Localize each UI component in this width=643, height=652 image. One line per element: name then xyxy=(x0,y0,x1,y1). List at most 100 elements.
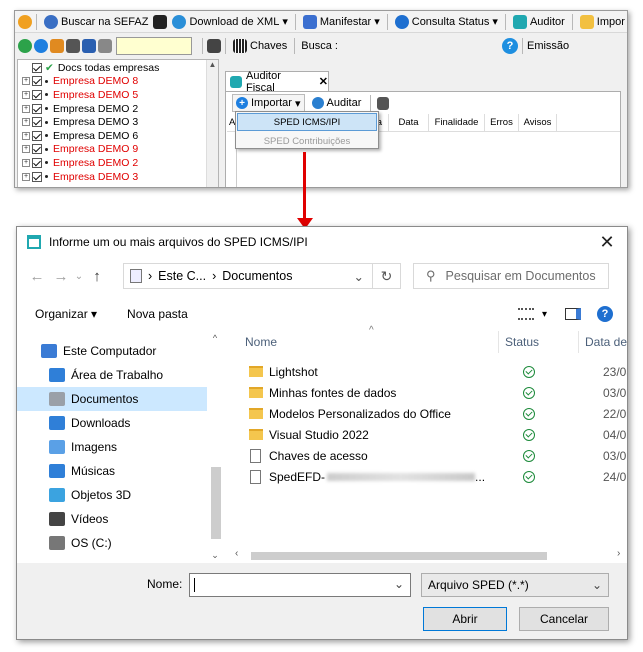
file-row[interactable]: Visual Studio 202204/05/2 xyxy=(229,424,627,445)
chevron-down-icon[interactable]: ⌄ xyxy=(354,269,364,284)
download-xml-button[interactable]: Download de XML ▾ xyxy=(169,12,290,32)
up-arrow-icon[interactable]: ↑ xyxy=(85,268,109,285)
chevron-down-icon[interactable]: ⌄ xyxy=(73,271,85,282)
file-row[interactable]: Lightshot23/03/2 xyxy=(229,361,627,382)
checkbox[interactable] xyxy=(32,62,42,73)
trash-icon[interactable] xyxy=(66,39,80,53)
auditor-button[interactable]: Auditor xyxy=(510,12,568,32)
expand-icon[interactable]: + xyxy=(22,104,30,113)
document-icon[interactable] xyxy=(207,39,221,53)
nova-pasta-button[interactable]: Nova pasta xyxy=(127,307,188,321)
tree-item[interactable]: + Empresa DEMO 6 xyxy=(18,129,218,143)
expand-icon[interactable]: + xyxy=(22,172,30,181)
breadcrumb-este-computador[interactable]: Este C... xyxy=(158,269,206,283)
chaves-button[interactable]: Chaves xyxy=(230,36,290,56)
sidebar-item[interactable]: Vídeos xyxy=(17,507,207,531)
close-icon[interactable]: ✕ xyxy=(595,232,619,252)
filter-input[interactable] xyxy=(116,37,192,55)
sidebar-item[interactable]: Imagens xyxy=(17,435,207,459)
tree-item[interactable]: + Empresa DEMO 9 xyxy=(18,143,218,157)
abrir-button[interactable]: Abrir xyxy=(423,607,507,631)
checkbox[interactable] xyxy=(32,89,42,100)
menu-item-sped-icms-ipi[interactable]: SPED ICMS/IPI xyxy=(237,113,377,131)
scroll-right-icon[interactable]: › xyxy=(617,548,620,559)
expand-icon[interactable]: + xyxy=(22,77,30,86)
expand-icon[interactable]: + xyxy=(22,90,30,99)
sidebar-item[interactable]: Objetos 3D xyxy=(17,483,207,507)
col-data[interactable]: Data de xyxy=(579,331,627,353)
tree-item[interactable]: ✔ Docs todas empresas xyxy=(18,61,218,75)
add-icon[interactable] xyxy=(34,39,48,53)
filename-input[interactable]: ⌄ xyxy=(189,573,411,597)
checkbox[interactable] xyxy=(32,157,42,168)
importar-dropdown-button[interactable]: + Importar ▾ xyxy=(232,94,305,112)
scroll-up-icon[interactable]: ▲ xyxy=(207,60,218,69)
help-icon[interactable]: ? xyxy=(597,306,613,322)
checkbox[interactable] xyxy=(32,76,42,87)
checkbox[interactable] xyxy=(32,103,42,114)
checkbox[interactable] xyxy=(32,144,42,155)
checkbox[interactable] xyxy=(32,117,42,128)
sidebar-item[interactable]: Downloads xyxy=(17,411,207,435)
expand-icon[interactable]: + xyxy=(22,118,30,127)
refresh-button[interactable]: ↻ xyxy=(373,263,401,289)
sidebar-item[interactable]: Área de Trabalho xyxy=(17,363,207,387)
expand-icon[interactable]: + xyxy=(22,131,30,140)
importar-button[interactable]: Impor xyxy=(577,12,627,32)
tree-item[interactable]: + Empresa DEMO 3 xyxy=(18,170,218,184)
forward-arrow-icon[interactable]: → xyxy=(49,268,73,285)
file-type-select[interactable]: Arquivo SPED (*.*) ⌄ xyxy=(421,573,609,597)
sort-icon[interactable] xyxy=(82,39,96,53)
cancelar-button[interactable]: Cancelar xyxy=(519,607,609,631)
scroll-up-icon[interactable]: ^ xyxy=(207,333,223,343)
expand-icon[interactable]: + xyxy=(22,145,30,154)
buscar-sefaz-button[interactable]: Buscar na SEFAZ xyxy=(41,12,151,32)
consulta-status-button[interactable]: Consulta Status ▾ xyxy=(392,12,501,32)
auditar-button[interactable]: Auditar xyxy=(309,94,365,112)
sidebar-item[interactable]: OS (C:) xyxy=(17,531,207,555)
list-icon[interactable] xyxy=(153,14,168,29)
address-bar[interactable]: › Este C... › Documentos ⌄ xyxy=(123,263,373,289)
file-row[interactable]: Chaves de acesso03/06/2 xyxy=(229,445,627,466)
col-finalidade[interactable]: Finalidade xyxy=(429,114,485,131)
tab-auditor-fiscal[interactable]: Auditor Fiscal ✕ xyxy=(225,70,329,94)
search-input[interactable]: ⚲ Pesquisar em Documentos xyxy=(413,263,609,289)
sidebar-item[interactable]: Este Computador xyxy=(17,339,207,363)
back-arrow-icon[interactable]: ← xyxy=(25,268,49,285)
chevron-down-icon[interactable]: ▾ xyxy=(542,309,547,320)
tree-item[interactable]: + Empresa DEMO 3 xyxy=(18,115,218,129)
sidebar-item[interactable]: Músicas xyxy=(17,459,207,483)
preview-pane-icon[interactable] xyxy=(565,308,581,320)
help-icon[interactable]: ? xyxy=(501,38,518,54)
settings-icon[interactable] xyxy=(18,14,32,29)
filter-icon[interactable] xyxy=(98,39,112,53)
tree-scrollbar[interactable]: ▲ xyxy=(206,60,218,187)
col-nome[interactable]: Nome xyxy=(229,331,499,353)
col-status[interactable]: Status xyxy=(499,331,579,353)
checkbox[interactable] xyxy=(32,130,42,141)
menu-item-sped-contribuicoes[interactable]: SPED Contribuições xyxy=(236,132,378,150)
refresh-icon[interactable] xyxy=(18,39,32,53)
tree-item[interactable]: + Empresa DEMO 2 xyxy=(18,156,218,170)
scroll-left-icon[interactable]: ‹ xyxy=(235,548,238,559)
trash-icon[interactable] xyxy=(377,96,390,110)
sidebar-scroll-thumb[interactable] xyxy=(211,467,221,539)
chevron-down-icon[interactable]: ⌄ xyxy=(394,577,404,591)
tree-item[interactable]: + Empresa DEMO 5 xyxy=(18,88,218,102)
file-row[interactable]: SpedEFD-...24/06/2 xyxy=(229,466,627,487)
tree-item[interactable]: + Empresa DEMO 2 xyxy=(18,102,218,116)
expand-icon[interactable]: + xyxy=(22,158,30,167)
tree-item[interactable]: + Empresa DEMO 8 xyxy=(18,75,218,89)
col-avisos[interactable]: Avisos xyxy=(519,114,557,131)
file-row[interactable]: Modelos Personalizados do Office22/09/2 xyxy=(229,403,627,424)
manifestar-button[interactable]: Manifestar ▾ xyxy=(300,12,383,32)
checkbox[interactable] xyxy=(32,171,42,182)
close-tab-icon[interactable]: ✕ xyxy=(319,75,328,88)
file-row[interactable]: Minhas fontes de dados03/01/2 xyxy=(229,382,627,403)
view-options-icon[interactable] xyxy=(517,308,534,320)
organizar-button[interactable]: Organizar ▾ xyxy=(35,307,97,321)
col-erros[interactable]: Erros xyxy=(485,114,519,131)
col-data[interactable]: Data xyxy=(389,114,429,131)
file-list-scroll-thumb[interactable] xyxy=(251,552,547,560)
scroll-down-icon[interactable]: ⌄ xyxy=(207,550,223,561)
